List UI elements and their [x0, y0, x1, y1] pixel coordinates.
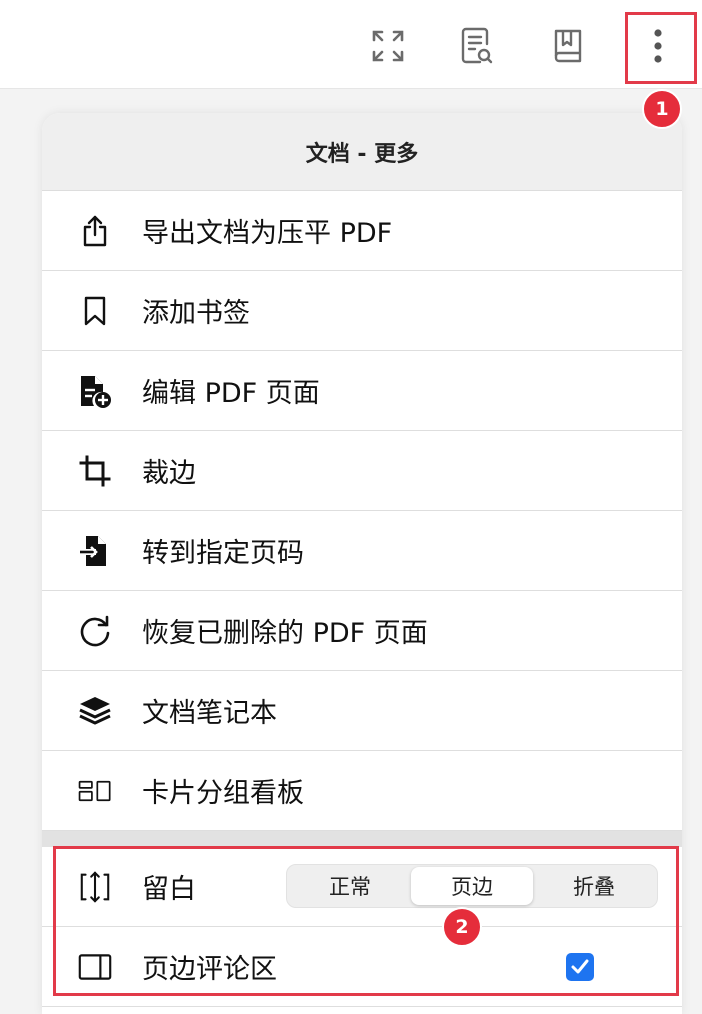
expand-icon — [372, 30, 404, 62]
highlight-box-more-button — [625, 12, 697, 84]
highlight-box-settings — [53, 846, 679, 996]
menu-item-label: 转到指定页码 — [142, 538, 304, 569]
top-toolbar — [0, 0, 702, 89]
fullscreen-button[interactable] — [364, 22, 412, 70]
menu-item-label: 裁边 — [142, 458, 196, 489]
file-goto-icon — [78, 534, 112, 568]
step-badge-2: 2 — [442, 907, 482, 947]
menu-item-label: 文档笔记本 — [142, 698, 277, 729]
bookmark-icon — [78, 294, 112, 328]
search-document-button[interactable] — [452, 22, 500, 70]
document-search-icon — [461, 27, 493, 64]
panel-title: 文档 - 更多 — [42, 113, 682, 191]
menu-item-label: 编辑 PDF 页面 — [142, 378, 320, 409]
menu-item-label: 添加书签 — [142, 298, 250, 329]
step-badge-1: 1 — [642, 89, 682, 129]
menu-item-add-bookmark[interactable]: 添加书签 — [42, 271, 682, 351]
menu-item-label: 恢复已删除的 PDF 页面 — [142, 618, 428, 649]
file-add-icon — [78, 374, 112, 408]
share-export-icon — [78, 214, 112, 248]
menu-item-label: 导出文档为压平 PDF — [142, 218, 393, 249]
menu-item-card-group-board[interactable]: 卡片分组看板 — [42, 751, 682, 831]
menu-item-document-notebook[interactable]: 文档笔记本 — [42, 671, 682, 751]
layers-icon — [78, 694, 112, 728]
card-board-icon — [78, 774, 112, 808]
menu-item-export-flat-pdf[interactable]: 导出文档为压平 PDF — [42, 191, 682, 271]
restore-icon — [78, 614, 112, 648]
section-divider — [42, 831, 682, 847]
menu-item-restore-deleted-pages[interactable]: 恢复已删除的 PDF 页面 — [42, 591, 682, 671]
bookmark-book-button[interactable] — [544, 22, 592, 70]
menu-item-edit-pdf-pages[interactable]: 编辑 PDF 页面 — [42, 351, 682, 431]
crop-icon — [78, 454, 112, 488]
menu-item-go-to-page[interactable]: 转到指定页码 — [42, 511, 682, 591]
book-bookmark-icon — [554, 29, 582, 63]
menu-item-crop[interactable]: 裁边 — [42, 431, 682, 511]
menu-item-label: 卡片分组看板 — [142, 778, 304, 809]
